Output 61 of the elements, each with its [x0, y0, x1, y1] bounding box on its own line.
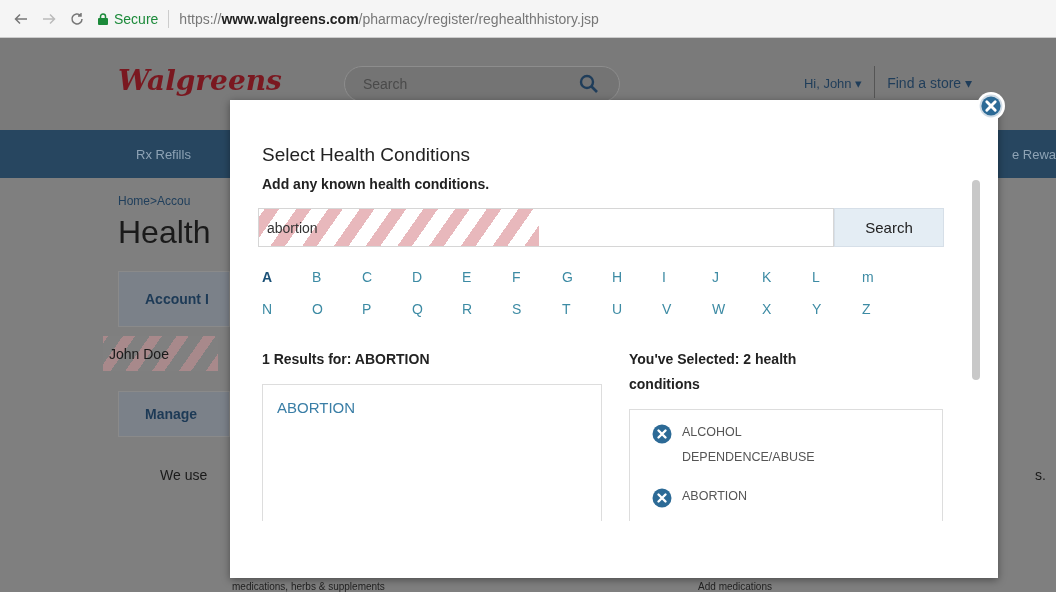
letter-link[interactable]: I [662, 269, 712, 285]
letter-link[interactable]: m [862, 269, 912, 285]
account-menu[interactable]: Hi, John ▾ [803, 76, 863, 91]
letter-link[interactable]: H [612, 269, 662, 285]
letter-link[interactable]: R [462, 301, 512, 317]
letter-link[interactable]: X [762, 301, 812, 317]
intro-text-end: s. [1035, 467, 1046, 483]
nav-link[interactable]: e Rewa [1011, 146, 1056, 162]
letter-link[interactable]: V [662, 301, 712, 317]
letter-link[interactable]: O [312, 301, 362, 317]
letter-link[interactable]: Y [812, 301, 862, 317]
letter-link[interactable]: W [712, 301, 762, 317]
letter-link[interactable]: N [262, 301, 312, 317]
remove-icon [652, 424, 672, 444]
dialog-title: Select Health Conditions [262, 144, 472, 166]
manage-tab[interactable]: Manage [118, 391, 230, 437]
page-heading: Health [118, 214, 211, 251]
nav-link[interactable]: Rx Refills [136, 146, 191, 162]
selected-condition: ABORTION [682, 488, 749, 505]
close-icon [979, 94, 1003, 118]
letter-link[interactable]: C [362, 269, 412, 285]
letter-link[interactable]: Q [412, 301, 462, 317]
result-link[interactable]: ABORTION [277, 399, 587, 416]
breadcrumb[interactable]: Home>Accou [118, 194, 191, 208]
scrollbar-thumb[interactable] [972, 180, 980, 380]
add-medications-link[interactable]: Add medications [698, 581, 772, 592]
reload-icon[interactable] [70, 11, 84, 26]
results-heading: 1 Results for: ABORTION [262, 350, 431, 369]
condition-search-field[interactable]: abortion [258, 208, 834, 247]
intro-text: We use [160, 467, 208, 483]
letter-link[interactable]: Z [862, 301, 912, 317]
account-tab[interactable]: Account I [118, 271, 230, 327]
search-button[interactable]: Search [834, 208, 944, 247]
letter-link[interactable]: P [362, 301, 412, 317]
letter-link[interactable]: K [762, 269, 812, 285]
selected-condition: ALCOHOL DEPENDENCE/ABUSE [682, 424, 816, 466]
lock-icon [98, 12, 108, 25]
search-icon [578, 74, 599, 94]
letter-link[interactable]: A [262, 269, 312, 285]
secure-label: Secure [114, 10, 159, 27]
letter-link[interactable]: U [612, 301, 662, 317]
logo[interactable]: Walgreens [118, 64, 282, 97]
letter-link[interactable]: S [512, 301, 562, 317]
letter-link[interactable]: E [462, 269, 512, 285]
back-icon[interactable] [14, 11, 28, 26]
remove-icon [652, 488, 672, 508]
letter-link[interactable]: G [562, 269, 612, 285]
find-store-link[interactable]: Find a store ▾ [887, 75, 973, 91]
letter-link[interactable]: J [712, 269, 762, 285]
url-text[interactable]: https://www.walgreens.com/pharmacy/register/reghealthhistory.jsp [179, 10, 599, 27]
letter-link[interactable]: D [412, 269, 462, 285]
remove-button[interactable] [652, 424, 672, 444]
letter-link[interactable]: L [812, 269, 862, 285]
letter-link[interactable]: T [562, 301, 612, 317]
letter-link[interactable]: F [512, 269, 562, 285]
section-label: medications, herbs & supplements [232, 581, 385, 592]
member-name: John Doe [103, 336, 218, 371]
selected-heading: You've Selected: 2 health conditions [629, 350, 798, 394]
dialog-subtitle: Add any known health conditions. [262, 176, 491, 192]
remove-button[interactable] [652, 488, 672, 508]
letter-link[interactable]: B [312, 269, 362, 285]
